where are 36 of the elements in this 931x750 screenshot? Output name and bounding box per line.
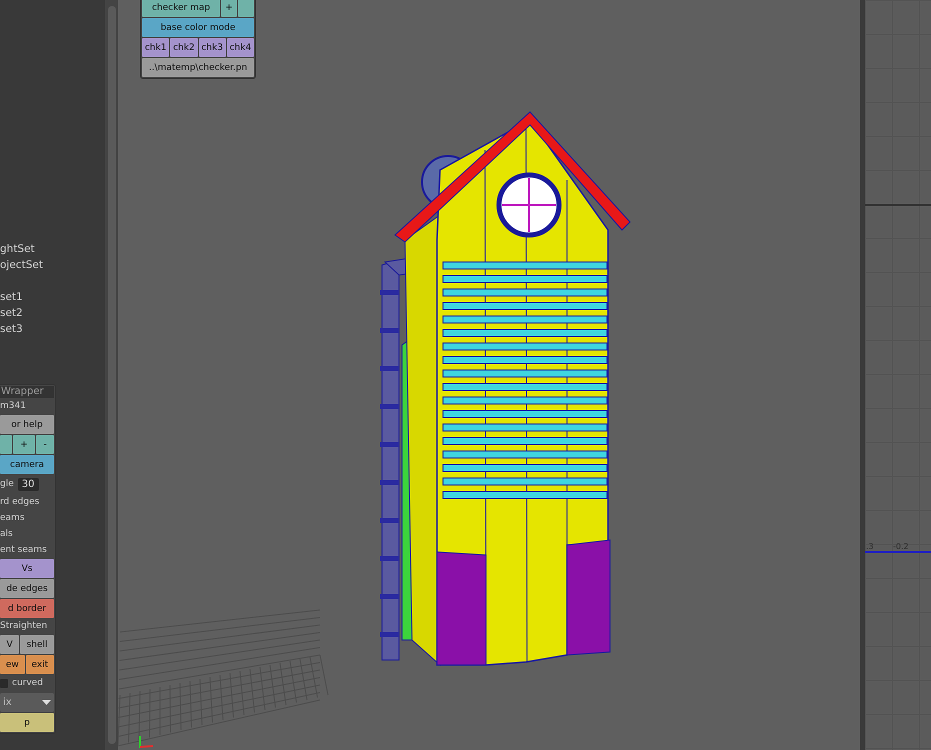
tool-button[interactable]: de edges	[0, 579, 54, 598]
tool-button[interactable]: -	[36, 435, 54, 454]
option-label: rd edges	[0, 496, 40, 509]
option-label: m341	[0, 400, 27, 413]
tool-button[interactable]: or help	[0, 415, 54, 434]
option-label: als	[0, 528, 14, 541]
checker-button[interactable]: ..\matemp\checker.pn	[142, 58, 254, 77]
tool-button[interactable]: camera	[0, 455, 54, 474]
checker-button[interactable]: chk1	[142, 38, 170, 57]
option-label: curved	[12, 677, 43, 690]
outliner-item[interactable]: ghtSet	[0, 242, 105, 257]
tool-button[interactable]: shell	[20, 635, 54, 654]
checker-button[interactable]: chk4	[226, 38, 254, 57]
tool-button[interactable]: V	[0, 635, 20, 654]
add-button[interactable]: +	[221, 0, 237, 17]
tool-button[interactable]: d border	[0, 599, 54, 618]
tool-button[interactable]: exit	[26, 655, 54, 674]
option-label: Straighten	[0, 620, 48, 633]
dropdown[interactable]: ix	[0, 693, 54, 712]
option-label: eams	[0, 512, 26, 525]
tool-button[interactable]: Vs	[0, 559, 54, 578]
checker-button[interactable]: base color mode	[142, 18, 254, 37]
tool-button[interactable]: p	[0, 713, 54, 732]
tool-button[interactable]: ew	[0, 655, 25, 674]
outliner-item[interactable]: ojectSet	[0, 258, 105, 273]
angle-label: gle	[0, 478, 14, 491]
tool-button[interactable]: +	[13, 435, 36, 454]
checker-button[interactable]: chk3	[198, 38, 226, 57]
checker-map-button[interactable]: checker map	[142, 0, 220, 17]
checker-button[interactable]: chk2	[170, 38, 198, 57]
panel-title: Wrapper	[0, 386, 54, 398]
outliner-item[interactable]: set1	[0, 290, 105, 305]
outliner-item[interactable]: set3	[0, 322, 105, 337]
option-label: ent seams	[0, 544, 48, 557]
outliner-item[interactable]: set2	[0, 306, 105, 321]
angle-field[interactable]: 30	[18, 478, 38, 491]
